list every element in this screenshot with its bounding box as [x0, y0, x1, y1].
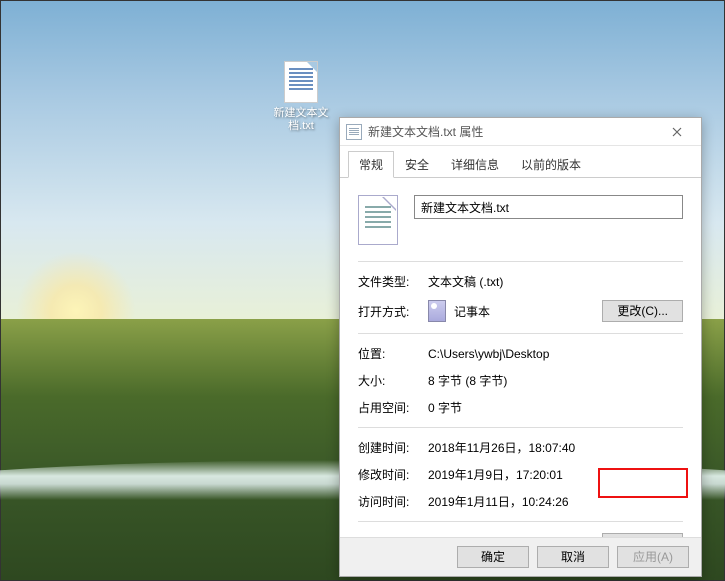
- filename-input[interactable]: [414, 195, 683, 219]
- openwith-value: 记事本: [454, 303, 490, 320]
- tab-bar: 常规 安全 详细信息 以前的版本: [340, 146, 701, 178]
- ondisk-label: 占用空间:: [358, 399, 428, 416]
- properties-dialog: 新建文本文档.txt 属性 常规 安全 详细信息 以前的版本 文件类型: 文本文…: [339, 117, 702, 577]
- modified-value: 2019年1月9日，17:20:01: [428, 466, 683, 483]
- filetype-value: 文本文稿 (.txt): [428, 273, 683, 290]
- modified-label: 修改时间:: [358, 466, 428, 483]
- location-label: 位置:: [358, 345, 428, 362]
- file-type-icon: [358, 195, 398, 245]
- text-file-icon: [284, 61, 318, 103]
- dialog-footer: 确定 取消 应用(A): [340, 537, 701, 576]
- dialog-title: 新建文本文档.txt 属性: [368, 123, 657, 140]
- dialog-titlebar: 新建文本文档.txt 属性: [340, 118, 701, 146]
- location-value: C:\Users\ywbj\Desktop: [428, 347, 683, 361]
- created-value: 2018年11月26日，18:07:40: [428, 439, 683, 456]
- titlebar-file-icon: [346, 124, 362, 140]
- close-button[interactable]: [657, 120, 697, 144]
- filetype-label: 文件类型:: [358, 273, 428, 290]
- notepad-icon: [428, 300, 446, 322]
- desktop-file-icon[interactable]: 新建文本文档.txt: [271, 61, 331, 133]
- size-label: 大小:: [358, 372, 428, 389]
- change-button[interactable]: 更改(C)...: [602, 300, 683, 322]
- dialog-content: 文件类型: 文本文稿 (.txt) 打开方式: 记事本 更改(C)... 位置:…: [340, 178, 701, 572]
- desktop-file-label: 新建文本文档.txt: [271, 107, 331, 133]
- accessed-value: 2019年1月11日，10:24:26: [428, 493, 683, 510]
- tab-security[interactable]: 安全: [394, 151, 440, 178]
- separator: [358, 333, 683, 334]
- accessed-label: 访问时间:: [358, 493, 428, 510]
- apply-button[interactable]: 应用(A): [617, 546, 689, 568]
- ok-button[interactable]: 确定: [457, 546, 529, 568]
- separator: [358, 427, 683, 428]
- created-label: 创建时间:: [358, 439, 428, 456]
- separator: [358, 261, 683, 262]
- size-value: 8 字节 (8 字节): [428, 372, 683, 389]
- separator: [358, 521, 683, 522]
- tab-details[interactable]: 详细信息: [440, 151, 510, 178]
- ondisk-value: 0 字节: [428, 399, 683, 416]
- cancel-button[interactable]: 取消: [537, 546, 609, 568]
- close-icon: [672, 127, 682, 137]
- tab-general[interactable]: 常规: [348, 151, 394, 178]
- tab-previous-versions[interactable]: 以前的版本: [510, 151, 592, 178]
- openwith-label: 打开方式:: [358, 303, 428, 320]
